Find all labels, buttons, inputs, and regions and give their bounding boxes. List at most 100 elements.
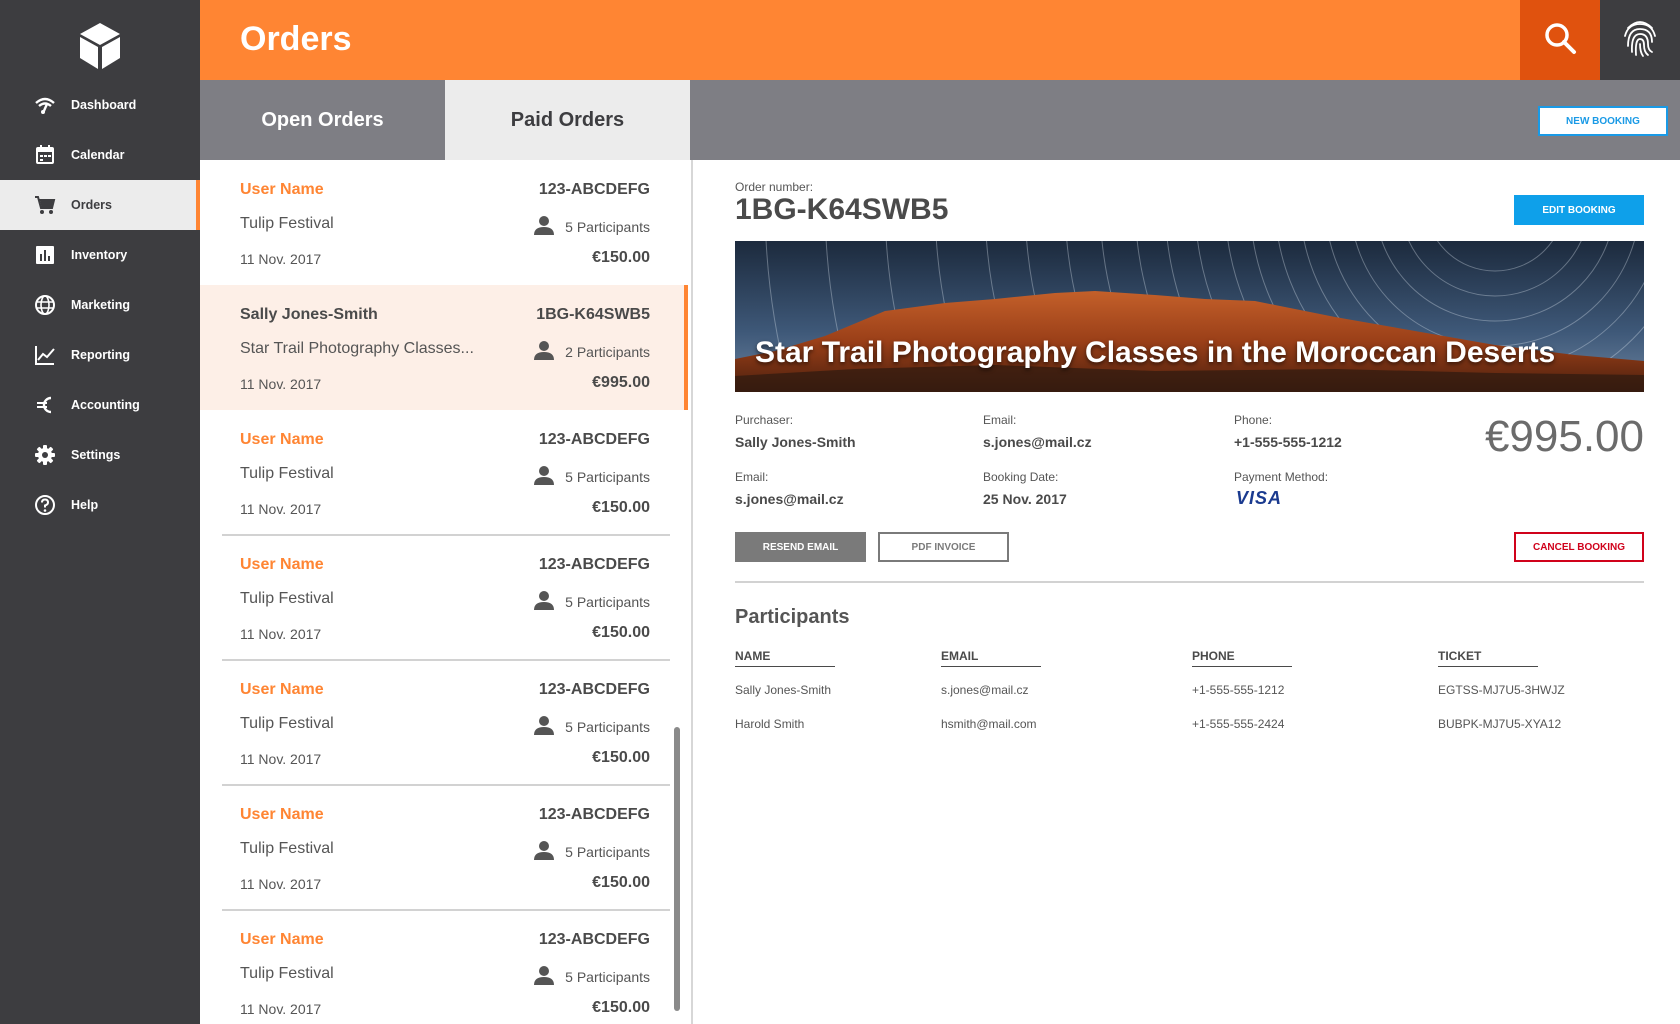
order-card[interactable]: User Name 123-ABCDEFG Tulip Festival 5 P… [200, 660, 688, 785]
order-price: €150.00 [592, 499, 650, 516]
purchaser-value: Sally Jones-Smith [735, 434, 856, 450]
new-booking-button[interactable]: NEW BOOKING [1538, 106, 1668, 136]
column-header-name[interactable]: NAME [735, 649, 835, 667]
order-code: 123-ABCDEFG [538, 431, 650, 448]
sidebar-item-label: Dashboard [71, 98, 137, 112]
sidebar-item-calendar[interactable]: Calendar [0, 130, 200, 180]
order-date: 11 Nov. 2017 [240, 251, 322, 267]
edit-booking-button[interactable]: EDIT BOOKING [1514, 195, 1644, 225]
order-card-selected[interactable]: Sally Jones-Smith 1BG-K64SWB5 Star Trail… [200, 285, 688, 410]
order-number: 1BG-K64SWB5 [735, 193, 949, 226]
order-card[interactable]: User Name 123-ABCDEFG Tulip Festival 5 P… [200, 910, 688, 1024]
sidebar-item-help[interactable]: Help [0, 480, 200, 530]
participant-ticket: BUBPK-MJ7U5-XYA12 [1438, 717, 1562, 731]
sidebar-item-accounting[interactable]: Accounting [0, 380, 200, 430]
order-price: €150.00 [592, 874, 650, 891]
resend-email-button[interactable]: RESEND EMAIL [735, 532, 866, 562]
email2-label: Email: [735, 470, 769, 484]
order-date: 11 Nov. 2017 [240, 751, 322, 767]
sidebar-item-dashboard[interactable]: Dashboard [0, 80, 200, 130]
email-value: s.jones@mail.cz [983, 434, 1092, 450]
sidebar-item-marketing[interactable]: Marketing [0, 280, 200, 330]
order-event: Tulip Festival [240, 465, 334, 482]
order-date: 11 Nov. 2017 [240, 1001, 322, 1017]
order-participants-count: 2 Participants [565, 343, 650, 360]
top-header: Orders [200, 0, 1520, 80]
order-event: Tulip Festival [240, 840, 334, 857]
order-code: 123-ABCDEFG [538, 556, 650, 573]
tab-paid-orders[interactable]: Paid Orders [445, 80, 690, 160]
order-customer-name: User Name [240, 806, 324, 823]
column-header-email[interactable]: EMAIL [941, 649, 1041, 667]
sidebar-nav: Dashboard Calendar Orders Inventory Mark… [0, 80, 200, 530]
order-customer-name: User Name [240, 681, 324, 698]
event-banner-title: Star Trail Photography Classes in the Mo… [755, 336, 1556, 369]
wifi-icon [34, 94, 56, 116]
visa-logo-icon: VISA [1236, 488, 1283, 508]
participant-email: s.jones@mail.cz [941, 683, 1029, 697]
column-header-phone[interactable]: PHONE [1192, 649, 1292, 667]
order-participants: 2 Participants [533, 340, 650, 363]
order-participants: 5 Participants [533, 840, 650, 863]
list-scrollbar[interactable] [674, 727, 680, 1011]
booking-date-label: Booking Date: [983, 470, 1059, 484]
order-participants-count: 5 Participants [565, 843, 650, 860]
sidebar-item-settings[interactable]: Settings [0, 430, 200, 480]
sidebar-item-label: Accounting [71, 398, 140, 412]
order-card[interactable]: User Name 123-ABCDEFG Tulip Festival 5 P… [200, 535, 688, 660]
phone-label: Phone: [1234, 413, 1273, 427]
order-event: Star Trail Photography Classes... [240, 340, 474, 357]
order-participants-count: 5 Participants [565, 593, 650, 610]
participant-name: Sally Jones-Smith [735, 683, 832, 697]
column-header-ticket[interactable]: TICKET [1438, 649, 1538, 667]
sidebar-item-reporting[interactable]: Reporting [0, 330, 200, 380]
order-participants: 5 Participants [533, 590, 650, 613]
sidebar-item-label: Reporting [71, 348, 131, 362]
order-code: 123-ABCDEFG [538, 931, 650, 948]
cube-logo-icon[interactable] [78, 22, 122, 70]
cancel-booking-button[interactable]: CANCEL BOOKING [1514, 532, 1644, 562]
order-participants-count: 5 Participants [565, 968, 650, 985]
section-divider [735, 581, 1644, 583]
order-participants-count: 5 Participants [565, 718, 650, 735]
fingerprint-icon [1622, 18, 1658, 63]
order-code: 123-ABCDEFG [538, 181, 650, 198]
sidebar-item-inventory[interactable]: Inventory [0, 230, 200, 280]
order-code: 123-ABCDEFG [538, 681, 650, 698]
participant-phone: +1-555-555-1212 [1192, 683, 1285, 697]
sidebar-item-label: Marketing [71, 298, 131, 312]
order-card[interactable]: User Name 123-ABCDEFG Tulip Festival 5 P… [200, 410, 688, 535]
order-price: €150.00 [592, 999, 650, 1016]
order-card[interactable]: User Name 123-ABCDEFG Tulip Festival 5 P… [200, 785, 688, 910]
gear-icon [34, 444, 56, 466]
order-customer-name: Sally Jones-Smith [240, 306, 378, 323]
sidebar-item-label: Settings [71, 448, 121, 462]
order-customer-name: User Name [240, 931, 324, 948]
order-event: Tulip Festival [240, 715, 334, 732]
tabs-bar: Open Orders Paid Orders NEW BOOKING [200, 80, 1680, 160]
sidebar: Dashboard Calendar Orders Inventory Mark… [0, 0, 200, 1024]
purchaser-label: Purchaser: [735, 413, 794, 427]
order-participants: 5 Participants [533, 715, 650, 738]
search-button[interactable] [1520, 0, 1600, 80]
euro-icon [34, 394, 56, 416]
payment-method-label: Payment Method: [1234, 470, 1329, 484]
pdf-invoice-button[interactable]: PDF INVOICE [878, 532, 1009, 562]
order-total-price: €995.00 [1484, 412, 1644, 461]
order-customer-name: User Name [240, 556, 324, 573]
fingerprint-button[interactable] [1600, 0, 1680, 80]
person-icon [533, 340, 555, 363]
person-icon [533, 465, 555, 488]
line-chart-icon [34, 344, 56, 366]
order-card[interactable]: User Name 123-ABCDEFG Tulip Festival 5 P… [200, 160, 688, 285]
email-label: Email: [983, 413, 1017, 427]
sidebar-item-orders[interactable]: Orders [0, 180, 200, 230]
orders-list[interactable]: User Name 123-ABCDEFG Tulip Festival 5 P… [200, 160, 691, 1024]
tab-open-orders[interactable]: Open Orders [200, 80, 445, 160]
sidebar-item-label: Inventory [71, 248, 128, 262]
bar-chart-icon [34, 244, 56, 266]
order-date: 11 Nov. 2017 [240, 376, 322, 392]
order-participants-count: 5 Participants [565, 218, 650, 235]
sidebar-item-label: Calendar [71, 148, 125, 162]
order-detail-panel: Order number: 1BG-K64SWB5 EDIT BOOKING S… [693, 160, 1680, 1024]
